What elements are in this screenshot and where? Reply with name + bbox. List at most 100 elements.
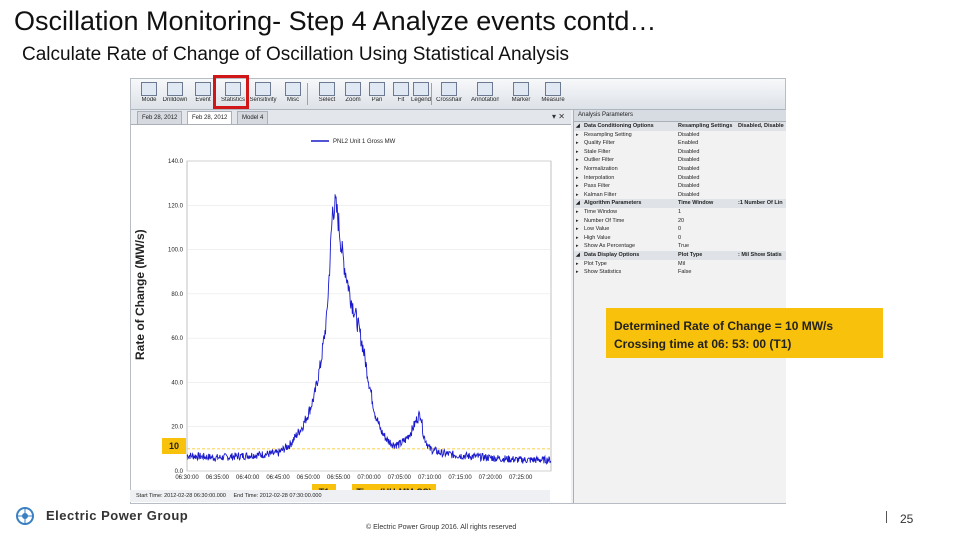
property-key: Data Display Options [584, 251, 640, 258]
property-key: Resampling Setting [584, 131, 632, 138]
property-value[interactable]: Disabled [678, 148, 738, 157]
y-tick-label: 140.0 [168, 159, 184, 165]
property-row[interactable]: ▸ Stale Filter Disabled [574, 148, 786, 157]
property-category[interactable]: ◢ Data Conditioning Options Resampling Set… [574, 122, 786, 131]
y-tick-label: 80.0 [171, 292, 183, 298]
toolbar-measure-button[interactable]: Measure [539, 81, 567, 107]
toolbar-mode-button[interactable]: Mode [135, 81, 163, 107]
expand-icon[interactable]: ▸ [576, 191, 579, 200]
status-bar: Start Time: 2012-02-28 06:30:00.000 End … [130, 490, 550, 502]
property-grid: ◢ Data Conditioning Options Resampling Set… [574, 122, 786, 277]
y-tick-label: 40.0 [171, 380, 183, 386]
property-value[interactable]: Disabled [678, 182, 738, 191]
toolbar-sensitivity-button[interactable]: Sensitivity [249, 81, 277, 107]
property-category[interactable]: ◢ Data Display Options Plot Type: Mil Show… [574, 250, 786, 260]
panel-title: Analysis Parameters [574, 110, 786, 122]
expand-icon[interactable]: ▸ [576, 148, 579, 157]
series-line-pnl2-unit1 [186, 194, 552, 465]
expand-icon[interactable]: ▸ [576, 260, 579, 269]
property-key: Low Value [584, 226, 610, 233]
property-value[interactable]: Mil [678, 260, 738, 269]
slide-subtitle: Calculate Rate of Change of Oscillation … [22, 44, 570, 65]
property-value[interactable]: 20 [678, 217, 738, 226]
property-key: Number Of Time [584, 217, 625, 224]
property-row[interactable]: ▸ Resampling Setting Disabled [574, 131, 786, 140]
property-value[interactable]: Disabled [678, 191, 738, 200]
collapse-icon[interactable]: ◢ [576, 251, 580, 260]
x-tick-label: 06:40:00 [236, 475, 260, 481]
property-row[interactable]: ▸ Normalization Disabled [574, 165, 786, 174]
toolbar-annotation-button[interactable]: Annotation [471, 81, 499, 107]
expand-icon[interactable]: ▸ [576, 208, 579, 217]
toolbar-drilldown-button[interactable]: Drilldown [161, 81, 189, 107]
tab-1-label: Feb 28, 2012 [142, 115, 178, 121]
property-row[interactable]: ▸ High Value 0 [574, 234, 786, 243]
property-row[interactable]: ▸ Show As Percentage True [574, 242, 786, 251]
expand-icon[interactable]: ▸ [576, 182, 579, 191]
annotation-icon [477, 82, 493, 96]
x-tick-label: 06:35:00 [206, 475, 230, 481]
property-row[interactable]: ▸ Plot Type Mil [574, 260, 786, 269]
y-tick-label: 120.0 [168, 203, 184, 209]
property-value[interactable]: 0 [678, 234, 738, 243]
tab-2[interactable]: Feb 28, 2012 [187, 111, 233, 124]
zoom-icon [345, 82, 361, 96]
toolbar-select-button[interactable]: Select [313, 81, 341, 107]
x-tick-label: 07:05:00 [388, 475, 412, 481]
property-value[interactable]: Time Window [678, 199, 738, 208]
property-value[interactable]: 0 [678, 225, 738, 234]
property-key: Kalman Filter [584, 191, 617, 198]
expand-icon[interactable]: ▸ [576, 139, 579, 148]
expand-icon[interactable]: ▸ [576, 217, 579, 226]
property-row[interactable]: ▸ Show Statistics False [574, 268, 786, 277]
property-row[interactable]: ▸ Time Window 1 [574, 208, 786, 217]
property-value[interactable]: Plot Type [678, 251, 738, 260]
misc-icon [285, 82, 301, 96]
property-value[interactable]: 1 [678, 208, 738, 217]
property-category[interactable]: ◢ Algorithm Parameters Time Window:1 Numbe… [574, 199, 786, 208]
threshold-tag: 10 [162, 438, 186, 454]
expand-icon[interactable]: ▸ [576, 156, 579, 165]
expand-icon[interactable]: ▸ [576, 225, 579, 234]
property-value[interactable]: True [678, 242, 738, 251]
toolbar-label: Marker [511, 97, 531, 103]
expand-icon[interactable]: ▸ [576, 234, 579, 243]
expand-icon[interactable]: ▸ [576, 242, 579, 251]
property-value[interactable]: Resampling Settings [678, 122, 738, 131]
property-row[interactable]: ▸ Outlier Filter Disabled [574, 156, 786, 165]
expand-icon[interactable]: ▸ [576, 268, 579, 277]
toolbar-marker-button[interactable]: Marker [507, 81, 535, 107]
toolbar-label: Annotation [471, 97, 499, 103]
expand-icon[interactable]: ▸ [576, 174, 579, 183]
property-row[interactable]: ▸ Number Of Time 20 [574, 217, 786, 226]
tab-controls[interactable]: ▾ ✕ [552, 110, 565, 123]
expand-icon[interactable]: ▸ [576, 165, 579, 174]
tab-3[interactable]: Model 4 [237, 111, 269, 124]
expand-icon[interactable]: ▸ [576, 131, 579, 140]
property-extra: Disabled, Disabled [738, 123, 784, 129]
mode-icon [141, 82, 157, 96]
toolbar-crosshair-button[interactable]: Crosshair [435, 81, 463, 107]
property-row[interactable]: ▸ Pass Filter Disabled [574, 182, 786, 191]
property-value[interactable]: Disabled [678, 131, 738, 140]
toolbar-misc-button[interactable]: Misc [279, 81, 307, 107]
property-value[interactable]: Enabled [678, 139, 738, 148]
property-row[interactable]: ▸ Low Value 0 [574, 225, 786, 234]
analysis-parameters-panel: Analysis Parameters ◢ Data Conditioning O… [573, 110, 786, 503]
tab-1[interactable]: Feb 28, 2012 [137, 111, 183, 124]
plot-area[interactable]: PNL2 Unit 1 Gross MW 140.0 120.0 100.0 80.0… [131, 125, 571, 503]
property-row[interactable]: ▸ Quality Filter Enabled [574, 139, 786, 148]
property-value[interactable]: Disabled [678, 174, 738, 183]
property-value[interactable]: Disabled [678, 165, 738, 174]
property-value[interactable]: False [678, 268, 738, 277]
y-tick-label: 20.0 [171, 425, 183, 431]
event-icon [195, 82, 211, 96]
property-value[interactable]: Disabled [678, 156, 738, 165]
property-row[interactable]: ▸ Kalman Filter Disabled [574, 191, 786, 200]
collapse-icon[interactable]: ◢ [576, 199, 580, 208]
property-key: High Value [584, 234, 611, 241]
x-tick-label: 07:10:00 [418, 475, 442, 481]
sensitivity-icon [255, 82, 271, 96]
property-row[interactable]: ▸ Interpolation Disabled [574, 174, 786, 183]
collapse-icon[interactable]: ◢ [576, 122, 580, 131]
